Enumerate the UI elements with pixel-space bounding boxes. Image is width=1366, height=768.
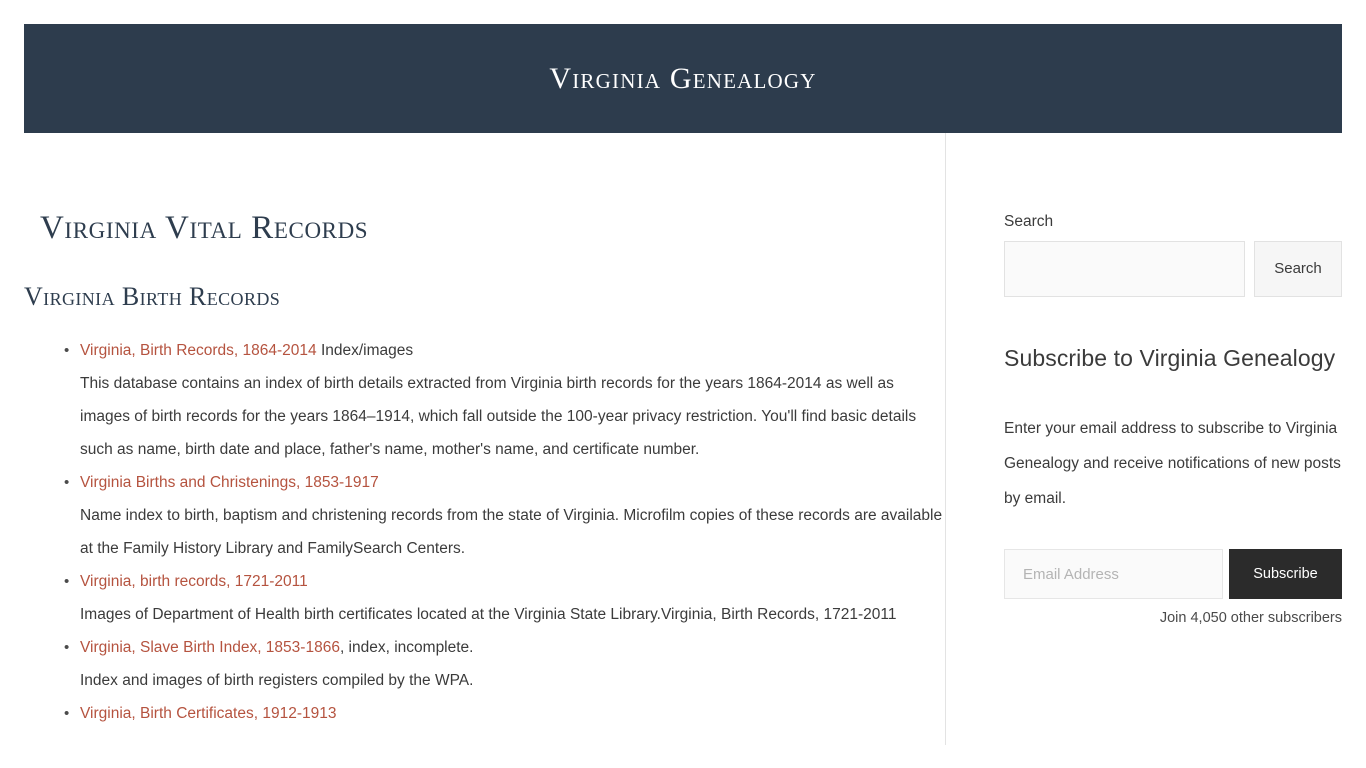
subscriber-count: Join 4,050 other subscribers <box>1159 610 1342 627</box>
record-link[interactable]: Virginia, Slave Birth Index, 1853-1866 <box>80 639 340 656</box>
search-input[interactable] <box>1004 240 1245 297</box>
record-suffix: Index/images <box>316 341 414 359</box>
record-description: Images of Department of Health birth cer… <box>80 605 897 623</box>
search-widget: Search Search <box>1004 133 1342 297</box>
list-item: Virginia, Birth Certificates, 1912-1913 <box>24 697 944 730</box>
email-field[interactable] <box>1004 549 1223 600</box>
record-description: Index and images of birth registers comp… <box>80 671 474 689</box>
subscribe-title: Subscribe to Virginia Genealogy <box>1004 344 1336 371</box>
record-link[interactable]: Virginia, Birth Certificates, 1912-1913 <box>80 705 336 722</box>
list-item: Virginia, Birth Records, 1864-2014 Index… <box>24 334 944 466</box>
page-root: Virginia Genealogy Virginia Vital Record… <box>0 0 1366 768</box>
site-title: Virginia Genealogy <box>549 61 817 95</box>
record-heading: Virginia, birth records, 1721-2011 <box>80 565 944 598</box>
record-suffix: , index, incomplete. <box>339 638 474 656</box>
section-title-birth-records: Virginia Birth Records <box>24 281 281 311</box>
subscribe-row: Subscribe <box>1004 516 1342 600</box>
main-content: Virginia Vital Records Virginia Birth Re… <box>24 133 944 730</box>
record-link[interactable]: Virginia, birth records, 1721-2011 <box>80 573 308 590</box>
search-button[interactable]: Search <box>1254 240 1342 297</box>
search-label: Search <box>1004 213 1054 230</box>
record-list: Virginia, Birth Records, 1864-2014 Index… <box>24 312 944 730</box>
list-item: Virginia, Slave Birth Index, 1853-1866, … <box>24 631 944 697</box>
record-heading: Virginia Births and Christenings, 1853-1… <box>80 466 944 499</box>
search-row: Search <box>1004 240 1342 297</box>
record-heading: Virginia, Birth Certificates, 1912-1913 <box>80 697 944 730</box>
subscribe-description: Enter your email address to subscribe to… <box>1004 420 1341 508</box>
subscribe-widget: Subscribe to Virginia Genealogy Enter yo… <box>1004 297 1342 629</box>
list-item: Virginia, birth records, 1721-2011 Image… <box>24 565 944 631</box>
record-link[interactable]: Virginia Births and Christenings, 1853-1… <box>80 474 379 491</box>
record-heading: Virginia, Slave Birth Index, 1853-1866, … <box>80 631 944 664</box>
list-item: Virginia Births and Christenings, 1853-1… <box>24 466 944 565</box>
site-header: Virginia Genealogy <box>24 24 1342 133</box>
body-wrap: Virginia Vital Records Virginia Birth Re… <box>0 133 1366 768</box>
record-description: Name index to birth, baptism and christe… <box>80 506 943 557</box>
record-link[interactable]: Virginia, Birth Records, 1864-2014 <box>80 342 317 359</box>
content-sidebar-divider <box>945 133 946 745</box>
record-description: This database contains an index of birth… <box>80 374 917 458</box>
record-heading: Virginia, Birth Records, 1864-2014 Index… <box>80 334 944 367</box>
subscribe-button[interactable]: Subscribe <box>1229 549 1342 600</box>
page-title: Virginia Vital Records <box>40 210 369 246</box>
sidebar: Search Search Subscribe to Virginia Gene… <box>1004 133 1342 628</box>
